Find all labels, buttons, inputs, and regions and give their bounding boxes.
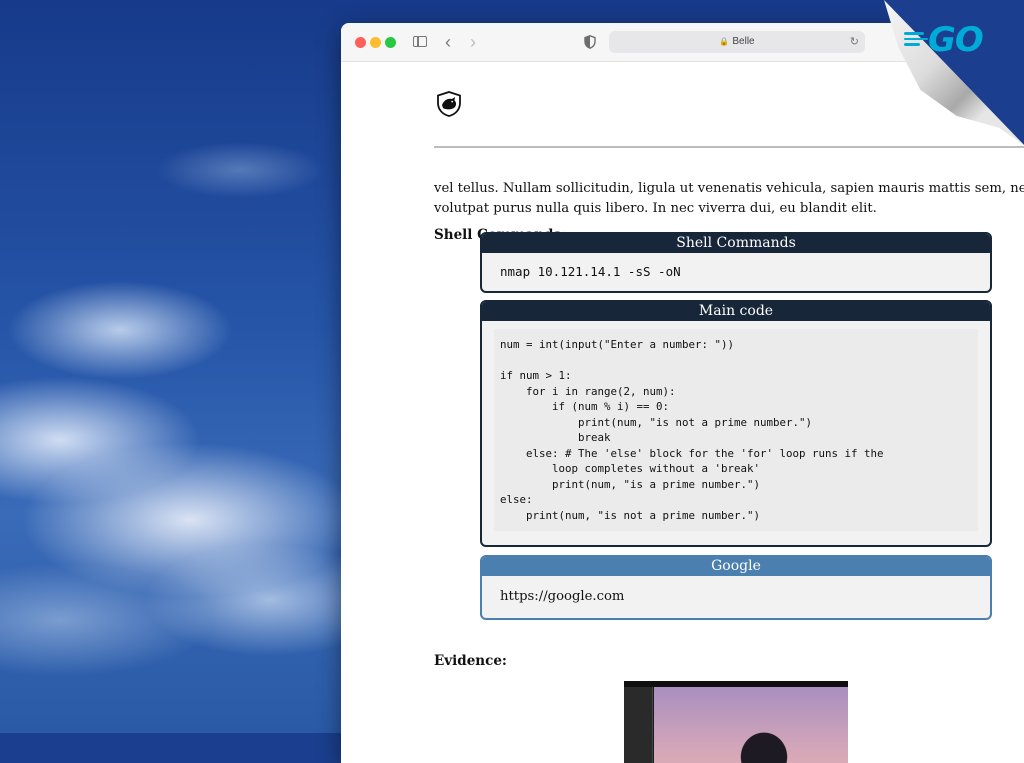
header-divider — [434, 146, 1024, 148]
paragraph-line: volutpat purus nulla quis libero. In nec… — [434, 201, 877, 216]
main-code-box: Main code num = int(input("Enter a numbe… — [480, 300, 992, 547]
google-link[interactable]: https://google.com — [482, 576, 990, 617]
paragraph-line: vel tellus. Nullam sollicitudin, ligula … — [434, 181, 1024, 196]
back-arrow-icon[interactable]: ‹ — [445, 33, 451, 51]
privacy-shield-icon[interactable] — [584, 35, 596, 49]
google-box: Google https://google.com — [480, 555, 992, 620]
go-logo: GO — [904, 20, 984, 60]
shell-command-text: nmap 10.121.14.1 -sS -oN — [500, 264, 681, 279]
page-content: vel tellus. Nullam sollicitudin, ligula … — [341, 61, 1024, 763]
main-code-title: Main code — [482, 302, 990, 321]
reload-icon[interactable]: ↻ — [850, 31, 859, 53]
shell-commands-box: Shell Commands nmap 10.121.14.1 -sS -oN — [480, 232, 992, 293]
address-text: Belle — [732, 36, 755, 47]
address-bar[interactable]: 🔒 Belle ↻ — [609, 31, 865, 53]
shield-logo-icon — [437, 91, 461, 117]
shell-box-title: Shell Commands — [482, 234, 990, 253]
close-window-button[interactable] — [355, 37, 366, 48]
lock-icon: 🔒 — [719, 37, 730, 46]
google-box-title: Google — [482, 557, 990, 576]
body-paragraph: vel tellus. Nullam sollicitudin, ligula … — [434, 179, 1024, 219]
code-block: num = int(input("Enter a number: ")) if … — [494, 329, 978, 531]
zoom-window-button[interactable] — [385, 37, 396, 48]
sidebar-icon[interactable] — [413, 36, 427, 47]
forward-arrow-icon[interactable]: › — [470, 33, 476, 51]
go-logo-text: GO — [928, 20, 984, 60]
minimize-window-button[interactable] — [370, 37, 381, 48]
evidence-image — [624, 681, 848, 763]
browser-window: ‹ › 🔒 Belle ↻ vel tellus. Nullam sollicit… — [341, 23, 1024, 763]
evidence-heading: Evidence: — [434, 653, 507, 669]
